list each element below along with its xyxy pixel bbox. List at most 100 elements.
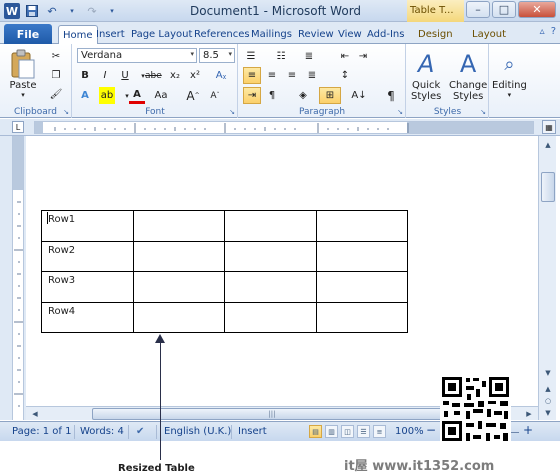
tab-table-layout[interactable]: Layout [472,25,506,44]
vertical-scroll-thumb[interactable] [541,172,555,202]
table-cell[interactable] [132,301,225,333]
paste-button[interactable]: Paste ▾ [8,48,38,99]
table-cell[interactable] [224,240,317,272]
copy-icon[interactable]: ❐ [48,67,64,84]
styles-launcher-icon[interactable]: ↘ [480,108,486,116]
page-count[interactable]: Page: 1 of 1 [12,426,71,437]
tab-selector-icon[interactable]: L [12,121,24,133]
scroll-right-icon[interactable]: ▶ [522,407,536,420]
minimize-button[interactable]: – [466,1,490,18]
paste-dropdown-icon[interactable]: ▾ [21,91,25,99]
horizontal-scroll-thumb[interactable]: ||| [92,408,452,420]
document-page[interactable]: Row1 Row2 Row3 Row4 [26,136,538,406]
multilevel-list-button[interactable]: ≣ [301,48,317,65]
table-row[interactable]: Row4 [41,301,408,333]
tab-mailings[interactable]: Mailings [251,25,292,44]
language-indicator[interactable]: English (U.K.) [164,426,231,437]
text-effects-button[interactable]: A [77,87,93,104]
ltr-button[interactable]: ⇥ [243,87,261,104]
zoom-out-button[interactable]: − [426,423,436,437]
font-color-button[interactable]: A [129,87,145,104]
table-cell[interactable] [224,271,317,303]
table-row[interactable]: Row1 [41,210,408,242]
clipboard-launcher-icon[interactable]: ↘ [63,108,69,116]
insert-mode-indicator[interactable]: Insert [238,426,267,437]
draft-view-icon[interactable]: ≡ [373,425,386,438]
full-screen-reading-icon[interactable]: ▥ [325,425,338,438]
font-name-combo[interactable]: Verdana ▾ [77,48,197,63]
paragraph-launcher-icon[interactable]: ↘ [397,108,403,116]
change-case-button[interactable]: Aa [153,87,169,104]
tab-home[interactable]: Home [58,25,98,44]
bullets-button[interactable]: ☰ [243,48,259,65]
clear-formatting-button[interactable]: Aᵪ [213,67,229,84]
table-cell[interactable] [315,210,408,242]
print-layout-view-icon[interactable]: ▤ [309,425,322,438]
save-icon[interactable] [24,3,40,19]
shading-button[interactable]: ◈ [295,87,311,104]
subscript-button[interactable]: x₂ [167,67,183,84]
numbering-button[interactable]: ☷ [273,48,289,65]
zoom-in-button[interactable]: + [523,423,533,437]
grow-font-button[interactable]: A ^ [185,87,201,104]
show-hide-button[interactable]: ¶ [383,87,399,104]
word-count[interactable]: Words: 4 [80,426,124,437]
undo-dropdown-icon[interactable]: ▾ [64,3,80,19]
vertical-ruler[interactable] [12,136,24,420]
document-table[interactable]: Row1 Row2 Row3 Row4 [41,210,408,333]
proofing-icon[interactable]: ✔︎ [136,426,144,437]
table-cell[interactable] [224,210,317,242]
table-cell[interactable] [132,210,225,242]
tab-references[interactable]: References [194,25,250,44]
tab-file[interactable]: File [4,24,52,44]
superscript-button[interactable]: x² [187,67,203,84]
table-cell[interactable] [224,301,317,333]
highlight-color-button[interactable]: ab [99,87,115,104]
tab-insert[interactable]: Insert [96,25,125,44]
strikethrough-button[interactable]: abe [145,67,162,84]
table-cell[interactable]: Row2 [41,240,134,272]
customize-qat-icon[interactable]: ▾ [104,3,120,19]
tab-review[interactable]: Review [298,25,334,44]
format-painter-icon[interactable]: 🖌 [48,86,64,103]
help-icon[interactable]: ? [551,26,556,37]
minimize-ribbon-icon[interactable]: ▵ [540,26,545,37]
table-cell[interactable] [315,301,408,333]
word-logo-icon[interactable]: W [4,3,20,19]
table-cell[interactable] [132,271,225,303]
underline-button[interactable]: U [117,67,133,84]
restore-button[interactable]: □ [492,1,516,18]
line-spacing-button[interactable]: ↕ [337,67,353,84]
quick-styles-button[interactable]: A Quick Styles [411,48,441,102]
horizontal-ruler[interactable] [34,121,534,134]
tab-page-layout[interactable]: Page Layout [131,25,192,44]
shrink-font-button[interactable]: Aˇ [207,87,223,104]
web-layout-icon[interactable]: ◫ [341,425,354,438]
table-cell[interactable] [132,240,225,272]
editing-button[interactable]: ⌕ Editing ▾ [492,48,527,100]
bold-button[interactable]: B [77,67,93,84]
font-size-combo[interactable]: 8.5 ▾ [199,48,235,63]
table-row[interactable]: Row2 [41,240,408,272]
scroll-up-icon[interactable]: ▲ [541,138,555,151]
table-cell[interactable]: Row4 [41,301,134,333]
view-ruler-icon[interactable]: ▦ [542,120,556,134]
table-cell[interactable]: Row3 [41,271,134,303]
increase-indent-button[interactable]: ⇥ [355,48,371,65]
font-launcher-icon[interactable]: ↘ [229,108,235,116]
zoom-level[interactable]: 100% [395,426,424,437]
scroll-down-icon[interactable]: ▼ [541,366,555,379]
tab-table-design[interactable]: Design [418,25,453,44]
tab-add-ins[interactable]: Add-Ins [367,25,404,44]
vertical-scrollbar[interactable]: ▲ ▼ ▲ ○ ▼ [538,136,556,420]
table-cell[interactable] [315,240,408,272]
redo-icon[interactable]: ↷ [84,3,100,19]
borders-button[interactable]: ⊞ [319,87,341,104]
table-cell[interactable]: Row1 [41,210,134,242]
justify-button[interactable]: ≣ [304,67,320,84]
scroll-left-icon[interactable]: ◀ [28,407,42,420]
undo-icon[interactable]: ↶ [44,3,60,19]
align-center-button[interactable]: ≡ [264,67,280,84]
next-page-icon[interactable]: ▼ [541,406,555,419]
decrease-indent-button[interactable]: ⇤ [337,48,353,65]
